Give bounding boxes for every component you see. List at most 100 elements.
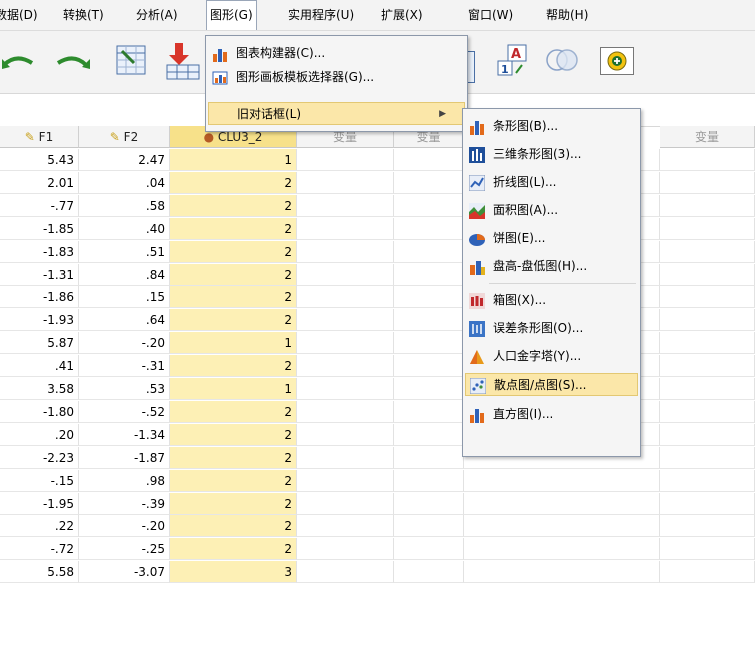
grid-cell[interactable]: 2: [170, 469, 297, 492]
grid-cell[interactable]: -1.87: [79, 446, 170, 469]
grid-cell[interactable]: [394, 400, 464, 423]
grid-cell[interactable]: [394, 149, 464, 171]
menu-analyze[interactable]: 分析(A): [133, 0, 181, 30]
menu-extensions[interactable]: 扩展(X): [378, 0, 426, 30]
grid-cell[interactable]: -1.34: [79, 423, 170, 446]
grid-cell[interactable]: .22: [0, 515, 79, 538]
grid-cell[interactable]: -1.80: [0, 400, 79, 423]
grid-cell[interactable]: [660, 469, 755, 492]
grid-cell[interactable]: 2.47: [79, 149, 170, 171]
grid-cell[interactable]: [297, 171, 394, 194]
grid-cell[interactable]: [660, 561, 755, 584]
grid-cell[interactable]: -.39: [79, 492, 170, 515]
menu-data[interactable]: 数据(D): [0, 0, 41, 30]
grid-cell[interactable]: .41: [0, 355, 79, 378]
grid-cell[interactable]: [660, 309, 755, 332]
grid-cell[interactable]: 1: [170, 378, 297, 400]
grid-cell[interactable]: [464, 538, 660, 561]
grid-cell[interactable]: [297, 263, 394, 286]
menu-item-scatter-dot[interactable]: 散点图/点图(S)...: [465, 373, 638, 396]
menu-item-histogram[interactable]: 直方图(I)...: [465, 403, 638, 426]
grid-cell[interactable]: [297, 240, 394, 263]
grid-cell[interactable]: 2: [170, 217, 297, 240]
goto-variable-button[interactable]: [163, 41, 203, 81]
grid-cell[interactable]: [394, 446, 464, 469]
grid-cell[interactable]: .98: [79, 469, 170, 492]
grid-cell[interactable]: [297, 194, 394, 217]
grid-cell[interactable]: [660, 286, 755, 309]
grid-cell[interactable]: .51: [79, 240, 170, 263]
grid-cell[interactable]: [297, 400, 394, 423]
menu-item-3d-bar[interactable]: 三维条形图(3)...: [465, 143, 638, 166]
grid-cell[interactable]: [297, 446, 394, 469]
grid-cell[interactable]: -.77: [0, 194, 79, 217]
grid-cell[interactable]: [394, 240, 464, 263]
grid-cell[interactable]: 5.43: [0, 149, 79, 171]
grid-cell[interactable]: -1.31: [0, 263, 79, 286]
menu-item-high-low[interactable]: 盘高-盘低图(H)...: [465, 255, 638, 278]
grid-cell[interactable]: [297, 469, 394, 492]
grid-cell[interactable]: 2: [170, 400, 297, 423]
grid-cell[interactable]: 2: [170, 194, 297, 217]
grid-cell[interactable]: [297, 515, 394, 538]
grid-cell[interactable]: [660, 240, 755, 263]
grid-cell[interactable]: -.20: [79, 515, 170, 538]
grid-cell[interactable]: [297, 538, 394, 561]
grid-cell[interactable]: -.31: [79, 355, 170, 378]
grid-cell[interactable]: -1.93: [0, 309, 79, 332]
redo-button[interactable]: [52, 49, 92, 73]
grid-cell[interactable]: [394, 538, 464, 561]
grid-cell[interactable]: [660, 378, 755, 400]
menu-item-graphboard[interactable]: 图形画板模板选择器(G)...: [208, 66, 465, 89]
grid-cell[interactable]: .40: [79, 217, 170, 240]
grid-cell[interactable]: [394, 423, 464, 446]
grid-cell[interactable]: [297, 149, 394, 171]
grid-cell[interactable]: -1.95: [0, 492, 79, 515]
menu-transform[interactable]: 转换(T): [60, 0, 107, 30]
grid-cell[interactable]: [297, 561, 394, 584]
grid-cell[interactable]: -.25: [79, 538, 170, 561]
grid-cell[interactable]: [297, 423, 394, 446]
grid-cell[interactable]: [660, 217, 755, 240]
column-header-var-3[interactable]: 变量: [660, 126, 755, 148]
grid-cell[interactable]: [394, 515, 464, 538]
grid-cell[interactable]: [394, 492, 464, 515]
grid-cell[interactable]: [464, 469, 660, 492]
menu-item-bar[interactable]: 条形图(B)...: [465, 115, 638, 138]
grid-cell[interactable]: [394, 194, 464, 217]
grid-cell[interactable]: [660, 194, 755, 217]
grid-cell[interactable]: [297, 309, 394, 332]
grid-cell[interactable]: -.52: [79, 400, 170, 423]
grid-cell[interactable]: 2.01: [0, 171, 79, 194]
grid-cell[interactable]: -.72: [0, 538, 79, 561]
grid-cell[interactable]: [297, 286, 394, 309]
grid-cell[interactable]: [660, 446, 755, 469]
grid-cell[interactable]: [394, 217, 464, 240]
grid-cell[interactable]: 3.58: [0, 378, 79, 400]
grid-cell[interactable]: 2: [170, 355, 297, 378]
grid-cell[interactable]: 3: [170, 561, 297, 584]
menu-help[interactable]: 帮助(H): [543, 0, 591, 30]
menu-item-boxplot[interactable]: 箱图(X)...: [465, 289, 638, 312]
grid-cell[interactable]: [464, 492, 660, 515]
grid-cell[interactable]: [660, 332, 755, 355]
value-labels-button[interactable]: A 1: [496, 43, 530, 77]
grid-cell[interactable]: [297, 217, 394, 240]
grid-cell[interactable]: 2: [170, 423, 297, 446]
grid-cell[interactable]: -1.83: [0, 240, 79, 263]
column-header-f1[interactable]: ✎ F1: [0, 126, 79, 148]
menu-window[interactable]: 窗口(W): [465, 0, 516, 30]
menu-utilities[interactable]: 实用程序(U): [285, 0, 357, 30]
grid-cell[interactable]: [660, 423, 755, 446]
grid-cell[interactable]: 2: [170, 240, 297, 263]
grid-cell[interactable]: 2: [170, 263, 297, 286]
grid-cell[interactable]: -.15: [0, 469, 79, 492]
grid-cell[interactable]: 2: [170, 538, 297, 561]
grid-cell[interactable]: [660, 538, 755, 561]
menu-graphs[interactable]: 图形(G): [206, 0, 257, 30]
grid-cell[interactable]: [394, 378, 464, 400]
grid-cell[interactable]: .15: [79, 286, 170, 309]
grid-cell[interactable]: -1.86: [0, 286, 79, 309]
goto-case-button[interactable]: [114, 43, 148, 77]
grid-cell[interactable]: [394, 355, 464, 378]
